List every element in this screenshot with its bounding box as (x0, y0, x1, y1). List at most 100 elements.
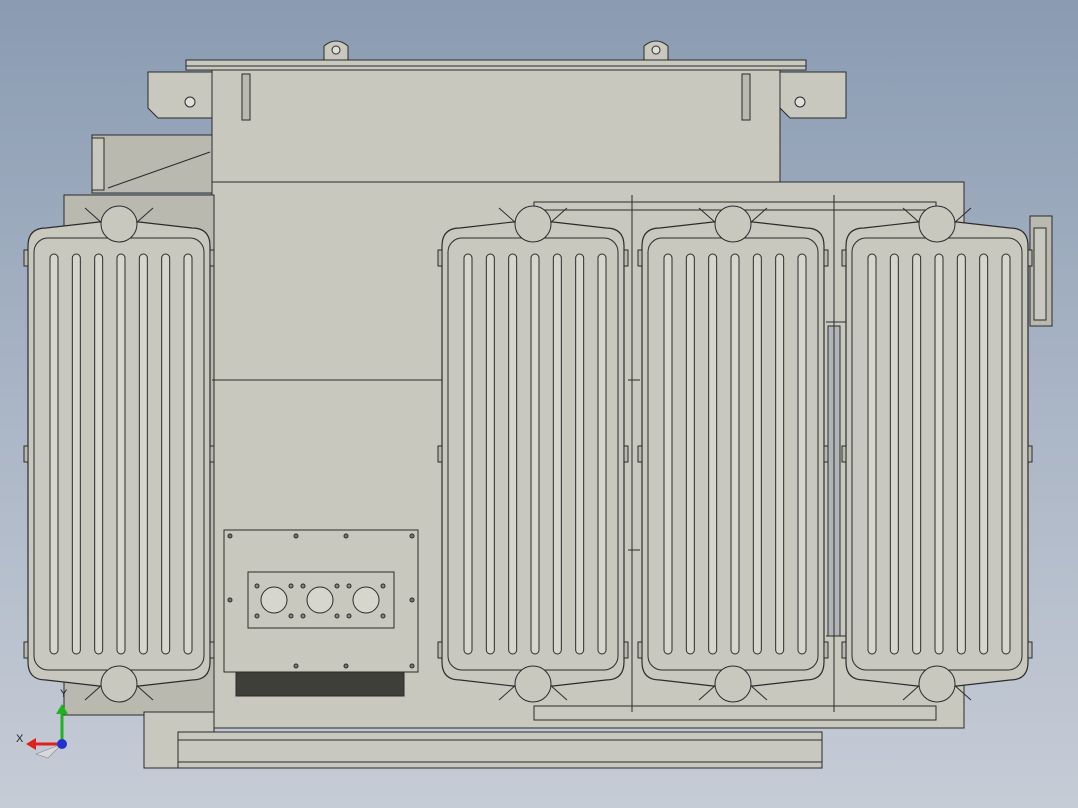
radiator-fin (94, 253, 104, 655)
flange-bolt (254, 583, 260, 589)
flange-bolt (346, 583, 352, 589)
radiator-fin (663, 253, 673, 655)
terminal-box (223, 529, 419, 697)
radiator-fin (708, 253, 718, 655)
radiator-stud (1027, 445, 1033, 463)
plate-bolt (343, 663, 349, 669)
flange-bolt (380, 583, 386, 589)
radiator-4 (841, 205, 1033, 703)
plate-bolt (293, 663, 299, 669)
radiator-fin (956, 253, 966, 655)
cover-upper-wall (211, 69, 781, 183)
cover-ear-1 (147, 71, 213, 119)
bushing-hole (306, 586, 334, 614)
flange-bolt (334, 613, 340, 619)
radiator-fin (508, 253, 518, 655)
radiator-fin (485, 253, 495, 655)
bottom-header-pipe (533, 705, 937, 721)
radiator-bottom-collar (514, 665, 552, 703)
cover-ear-hole-2 (794, 96, 806, 108)
plate-bolt (343, 533, 349, 539)
radiator-fin (552, 253, 562, 655)
radiator-stud (841, 641, 847, 659)
radiator-fin (49, 253, 59, 655)
radiator-stud (1027, 249, 1033, 267)
radiator-fin (979, 253, 989, 655)
radiator-fin (116, 253, 126, 655)
radiator-bottom-collar (918, 665, 956, 703)
radiator-fin (867, 253, 877, 655)
plate-bolt (293, 533, 299, 539)
radiator-fin (575, 253, 585, 655)
cover-ear-hole-1 (184, 96, 196, 108)
radiator-stud (209, 445, 215, 463)
base-skid (177, 731, 823, 769)
radiator-fin (138, 253, 148, 655)
radiator-stud (823, 641, 829, 659)
bushing-hole (260, 586, 288, 614)
radiator-stud (1027, 641, 1033, 659)
right-side-fitting-plate (1033, 227, 1047, 321)
radiator-stud (637, 249, 643, 267)
radiator-fin (775, 253, 785, 655)
radiator-stud (623, 641, 629, 659)
conservator-bracket (91, 134, 213, 194)
radiator-1 (23, 205, 215, 703)
flange-bolt (380, 613, 386, 619)
plate-bolt (227, 597, 233, 603)
radiator-fin (730, 253, 740, 655)
triad-y-label: Y (60, 688, 68, 700)
radiator-top-collar (100, 205, 138, 243)
radiator-fin (463, 253, 473, 655)
plate-bolt (409, 597, 415, 603)
radiator-top-collar (714, 205, 752, 243)
cover-plate (185, 59, 807, 71)
radiator-stud (437, 249, 443, 267)
radiator-stud (637, 445, 643, 463)
radiator-stud (841, 445, 847, 463)
radiator-fin (912, 253, 922, 655)
lifting-lug-hole-1 (331, 45, 341, 55)
radiator-top-collar (918, 205, 956, 243)
radiator-fin (71, 253, 81, 655)
radiator-fin (1001, 253, 1011, 655)
radiator-3 (637, 205, 829, 703)
cover-clip-2 (741, 73, 751, 121)
radiator-stud (623, 249, 629, 267)
flange-bolt (334, 583, 340, 589)
plate-bolt (409, 533, 415, 539)
flange-bolt (288, 613, 294, 619)
radiator-bottom-collar (714, 665, 752, 703)
radiator-stud (209, 641, 215, 659)
triad-x-arrow (26, 738, 36, 750)
flange-bolt (346, 613, 352, 619)
radiator-fin (183, 253, 193, 655)
plate-bolt (409, 663, 415, 669)
radiator-fin (752, 253, 762, 655)
radiator-fin (685, 253, 695, 655)
radiator-fin (530, 253, 540, 655)
radiator-fin (889, 253, 899, 655)
radiator-stud (823, 249, 829, 267)
radiator-stud (637, 641, 643, 659)
coordinate-triad (26, 704, 68, 759)
cad-viewport[interactable]: X Y (0, 0, 1078, 808)
lifting-lug-hole-2 (651, 45, 661, 55)
plate-bolt (227, 533, 233, 539)
radiator-stud (209, 249, 215, 267)
radiator-2 (437, 205, 629, 703)
radiator-fin (161, 253, 171, 655)
bushing-hole (352, 586, 380, 614)
radiator-stud (437, 641, 443, 659)
radiator-bottom-collar (100, 665, 138, 703)
radiator-stud (23, 249, 29, 267)
triad-origin (57, 739, 67, 749)
radiator-stud (841, 249, 847, 267)
radiator-stud (623, 445, 629, 463)
radiator-stud (23, 641, 29, 659)
flange-bolt (300, 583, 306, 589)
flange-bolt (254, 613, 260, 619)
tank-cover (147, 40, 847, 183)
radiator-fin (797, 253, 807, 655)
cover-clip-1 (241, 73, 251, 121)
